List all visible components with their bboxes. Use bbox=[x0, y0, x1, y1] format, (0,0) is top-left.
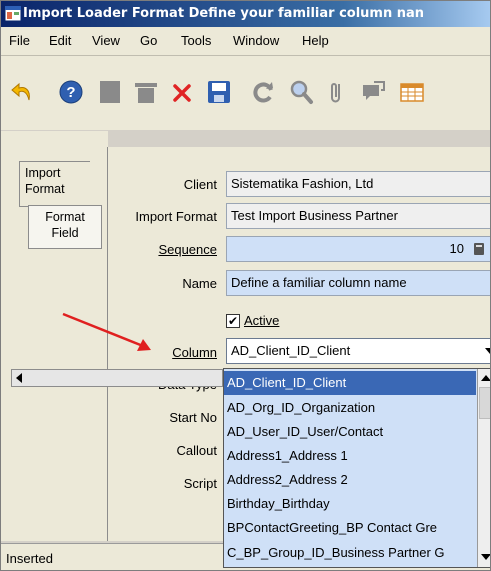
grid-icon[interactable] bbox=[397, 78, 425, 106]
menu-bar: File Edit View Go Tools Window Help bbox=[1, 27, 490, 56]
chevron-down-icon[interactable] bbox=[484, 347, 491, 355]
scroll-thumb[interactable] bbox=[479, 387, 490, 419]
menu-edit-label: Edit bbox=[49, 33, 72, 48]
help-icon[interactable]: ? bbox=[57, 78, 85, 106]
dropdown-option[interactable]: AD_Client_ID_Client bbox=[224, 371, 476, 395]
window-title: Import Loader Format Define your familia… bbox=[23, 6, 425, 21]
column-select-value: AD_Client_ID_Client bbox=[231, 343, 351, 358]
dropdown-option[interactable]: C_BP_Group_ID_Business Partner G bbox=[224, 541, 479, 565]
menu-go[interactable]: Go bbox=[140, 33, 157, 48]
menu-file-label: File bbox=[9, 33, 30, 48]
refresh-icon[interactable] bbox=[249, 78, 277, 106]
sequence-value: 10 bbox=[449, 241, 464, 256]
attachment-icon[interactable] bbox=[323, 78, 351, 106]
toolbar: ? bbox=[1, 56, 490, 130]
client-label: Client bbox=[183, 177, 217, 192]
title-bar[interactable]: Import Loader Format Define your familia… bbox=[1, 1, 490, 27]
tab-import-format-label: Import Format bbox=[25, 166, 65, 196]
menu-edit[interactable]: Edit bbox=[49, 33, 71, 48]
import-format-field[interactable]: Test Import Business Partner bbox=[226, 203, 490, 229]
save-icon[interactable] bbox=[205, 78, 233, 106]
name-label: Name bbox=[182, 276, 217, 291]
script-label: Script bbox=[183, 476, 217, 491]
dropdown-option[interactable]: AD_User_ID_User/Contact bbox=[224, 420, 479, 444]
delete-x-icon[interactable] bbox=[169, 78, 197, 106]
menu-window-label: Window bbox=[233, 33, 280, 48]
dropdown-scrollbar[interactable] bbox=[477, 369, 491, 567]
dropdown-option[interactable]: BPContactGreeting_BP Contact Gre bbox=[224, 516, 479, 540]
undo-icon[interactable] bbox=[9, 78, 37, 106]
import-format-label: Import Format bbox=[135, 209, 217, 224]
menu-help-label: Help bbox=[302, 33, 329, 48]
sequence-field[interactable]: 10 bbox=[226, 236, 490, 262]
status-text: Inserted bbox=[6, 551, 53, 566]
tab-import-format[interactable]: Import Format bbox=[19, 161, 90, 207]
menu-window[interactable]: Window bbox=[233, 33, 279, 48]
dropdown-option[interactable]: Address2_Address 2 bbox=[224, 468, 479, 492]
horizontal-scrollbar[interactable] bbox=[11, 369, 223, 387]
new-icon[interactable] bbox=[96, 78, 124, 106]
application-window: Import Loader Format Define your familia… bbox=[0, 0, 491, 571]
find-icon[interactable] bbox=[287, 78, 315, 106]
dropdown-option[interactable]: Address1_Address 1 bbox=[224, 444, 479, 468]
dropdown-option[interactable]: Birthday_Birthday bbox=[224, 492, 479, 516]
active-label: Active bbox=[244, 313, 280, 328]
client-field[interactable]: Sistematika Fashion, Ltd bbox=[226, 171, 490, 197]
menu-go-label: Go bbox=[140, 33, 158, 48]
name-field[interactable]: Define a familiar column name bbox=[226, 270, 490, 296]
menu-help[interactable]: Help bbox=[302, 33, 329, 48]
menu-tools[interactable]: Tools bbox=[181, 33, 211, 48]
menu-view-label: View bbox=[92, 33, 120, 48]
active-checkbox[interactable]: ✔ bbox=[226, 314, 240, 328]
menu-tools-label: Tools bbox=[181, 33, 212, 48]
sequence-label: Sequence bbox=[158, 242, 217, 257]
column-label: Column bbox=[172, 345, 217, 360]
calculator-icon[interactable] bbox=[472, 242, 486, 256]
column-select[interactable]: AD_Client_ID_Client bbox=[226, 338, 491, 364]
scroll-left-icon[interactable] bbox=[15, 373, 23, 383]
start-no-label: Start No bbox=[169, 410, 217, 425]
tab-format-field-label: Format Field bbox=[45, 210, 85, 240]
menu-view[interactable]: View bbox=[92, 33, 120, 48]
callout-label: Callout bbox=[176, 443, 217, 458]
dropdown-option[interactable]: AD_Org_ID_Organization bbox=[224, 396, 479, 420]
scroll-up-icon[interactable] bbox=[481, 374, 491, 382]
column-dropdown-list[interactable]: AD_Client_ID_Client AD_Org_ID_Organizati… bbox=[223, 368, 491, 568]
svg-text:?: ? bbox=[66, 84, 75, 101]
chat-icon[interactable] bbox=[359, 78, 387, 106]
tab-format-field[interactable]: Format Field bbox=[28, 205, 102, 249]
app-window-icon bbox=[5, 6, 21, 21]
delete-icon[interactable] bbox=[132, 78, 160, 106]
scroll-down-icon[interactable] bbox=[481, 553, 491, 561]
menu-file[interactable]: File bbox=[9, 33, 30, 48]
annotation-arrow bbox=[62, 312, 151, 351]
